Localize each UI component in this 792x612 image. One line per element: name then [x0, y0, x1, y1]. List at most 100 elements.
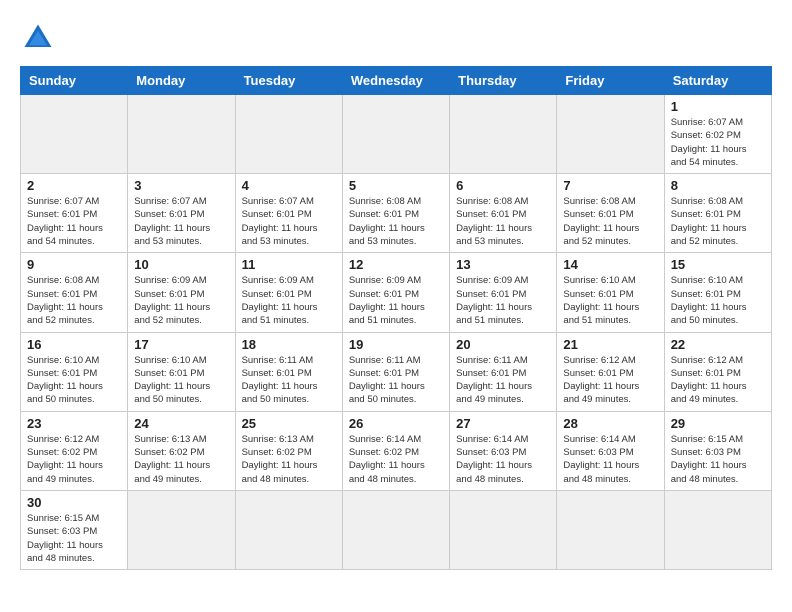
day-info: Sunrise: 6:10 AM Sunset: 6:01 PM Dayligh…	[671, 274, 765, 327]
day-of-week-thursday: Thursday	[450, 67, 557, 95]
calendar-cell: 3 Sunrise: 6:07 AM Sunset: 6:01 PM Daylig…	[128, 174, 235, 253]
calendar-cell	[557, 95, 664, 174]
day-number: 12	[349, 257, 443, 272]
calendar-cell	[557, 490, 664, 569]
calendar-cell: 13 Sunrise: 6:09 AM Sunset: 6:01 PM Dayli…	[450, 253, 557, 332]
calendar-body: 1 Sunrise: 6:07 AM Sunset: 6:02 PM Daylig…	[21, 95, 772, 570]
calendar-cell: 25 Sunrise: 6:13 AM Sunset: 6:02 PM Dayli…	[235, 411, 342, 490]
day-info: Sunrise: 6:08 AM Sunset: 6:01 PM Dayligh…	[27, 274, 121, 327]
calendar-cell: 10 Sunrise: 6:09 AM Sunset: 6:01 PM Dayli…	[128, 253, 235, 332]
calendar-cell: 30 Sunrise: 6:15 AM Sunset: 6:03 PM Dayli…	[21, 490, 128, 569]
day-of-week-sunday: Sunday	[21, 67, 128, 95]
day-info: Sunrise: 6:07 AM Sunset: 6:01 PM Dayligh…	[27, 195, 121, 248]
calendar-cell	[342, 95, 449, 174]
day-number: 21	[563, 337, 657, 352]
day-number: 10	[134, 257, 228, 272]
day-info: Sunrise: 6:10 AM Sunset: 6:01 PM Dayligh…	[134, 354, 228, 407]
day-number: 1	[671, 99, 765, 114]
logo	[20, 20, 62, 56]
calendar-cell	[235, 95, 342, 174]
calendar-week-3: 9Sunrise: 6:08 AM Sunset: 6:01 PM Daylig…	[21, 253, 772, 332]
day-number: 5	[349, 178, 443, 193]
day-number: 23	[27, 416, 121, 431]
calendar-cell	[664, 490, 771, 569]
day-info: Sunrise: 6:08 AM Sunset: 6:01 PM Dayligh…	[349, 195, 443, 248]
calendar-cell	[21, 95, 128, 174]
day-number: 4	[242, 178, 336, 193]
day-info: Sunrise: 6:09 AM Sunset: 6:01 PM Dayligh…	[456, 274, 550, 327]
page-header	[20, 20, 772, 56]
calendar-cell: 17Sunrise: 6:10 AM Sunset: 6:01 PM Dayli…	[128, 332, 235, 411]
day-number: 30	[27, 495, 121, 510]
day-info: Sunrise: 6:07 AM Sunset: 6:01 PM Dayligh…	[134, 195, 228, 248]
calendar-cell: 8Sunrise: 6:08 AM Sunset: 6:01 PM Daylig…	[664, 174, 771, 253]
calendar-cell: 23 Sunrise: 6:12 AM Sunset: 6:02 PM Dayli…	[21, 411, 128, 490]
day-info: Sunrise: 6:07 AM Sunset: 6:02 PM Dayligh…	[671, 116, 765, 169]
day-info: Sunrise: 6:08 AM Sunset: 6:01 PM Dayligh…	[456, 195, 550, 248]
day-info: Sunrise: 6:12 AM Sunset: 6:01 PM Dayligh…	[563, 354, 657, 407]
calendar-cell: 22Sunrise: 6:12 AM Sunset: 6:01 PM Dayli…	[664, 332, 771, 411]
day-info: Sunrise: 6:09 AM Sunset: 6:01 PM Dayligh…	[349, 274, 443, 327]
day-number: 20	[456, 337, 550, 352]
day-info: Sunrise: 6:15 AM Sunset: 6:03 PM Dayligh…	[27, 512, 121, 565]
day-of-week-saturday: Saturday	[664, 67, 771, 95]
calendar-cell: 6 Sunrise: 6:08 AM Sunset: 6:01 PM Daylig…	[450, 174, 557, 253]
day-info: Sunrise: 6:11 AM Sunset: 6:01 PM Dayligh…	[242, 354, 336, 407]
calendar-week-6: 30 Sunrise: 6:15 AM Sunset: 6:03 PM Dayli…	[21, 490, 772, 569]
day-number: 7	[563, 178, 657, 193]
calendar-cell: 16 Sunrise: 6:10 AM Sunset: 6:01 PM Dayli…	[21, 332, 128, 411]
calendar-cell: 5 Sunrise: 6:08 AM Sunset: 6:01 PM Daylig…	[342, 174, 449, 253]
calendar-cell: 7 Sunrise: 6:08 AM Sunset: 6:01 PM Daylig…	[557, 174, 664, 253]
day-info: Sunrise: 6:14 AM Sunset: 6:02 PM Dayligh…	[349, 433, 443, 486]
day-info: Sunrise: 6:14 AM Sunset: 6:03 PM Dayligh…	[563, 433, 657, 486]
day-number: 29	[671, 416, 765, 431]
day-info: Sunrise: 6:10 AM Sunset: 6:01 PM Dayligh…	[27, 354, 121, 407]
calendar-week-2: 2 Sunrise: 6:07 AM Sunset: 6:01 PM Daylig…	[21, 174, 772, 253]
calendar: SundayMondayTuesdayWednesdayThursdayFrid…	[20, 66, 772, 570]
day-number: 14	[563, 257, 657, 272]
calendar-cell: 28Sunrise: 6:14 AM Sunset: 6:03 PM Dayli…	[557, 411, 664, 490]
day-number: 3	[134, 178, 228, 193]
day-info: Sunrise: 6:15 AM Sunset: 6:03 PM Dayligh…	[671, 433, 765, 486]
calendar-cell: 1 Sunrise: 6:07 AM Sunset: 6:02 PM Daylig…	[664, 95, 771, 174]
day-info: Sunrise: 6:09 AM Sunset: 6:01 PM Dayligh…	[134, 274, 228, 327]
day-number: 25	[242, 416, 336, 431]
calendar-cell: 14Sunrise: 6:10 AM Sunset: 6:01 PM Dayli…	[557, 253, 664, 332]
day-number: 15	[671, 257, 765, 272]
calendar-cell	[450, 490, 557, 569]
calendar-cell: 21 Sunrise: 6:12 AM Sunset: 6:01 PM Dayli…	[557, 332, 664, 411]
calendar-cell: 12 Sunrise: 6:09 AM Sunset: 6:01 PM Dayli…	[342, 253, 449, 332]
calendar-cell: 15 Sunrise: 6:10 AM Sunset: 6:01 PM Dayli…	[664, 253, 771, 332]
days-of-week-row: SundayMondayTuesdayWednesdayThursdayFrid…	[21, 67, 772, 95]
day-number: 13	[456, 257, 550, 272]
day-info: Sunrise: 6:07 AM Sunset: 6:01 PM Dayligh…	[242, 195, 336, 248]
calendar-cell: 24 Sunrise: 6:13 AM Sunset: 6:02 PM Dayli…	[128, 411, 235, 490]
calendar-week-4: 16 Sunrise: 6:10 AM Sunset: 6:01 PM Dayli…	[21, 332, 772, 411]
calendar-cell: 2 Sunrise: 6:07 AM Sunset: 6:01 PM Daylig…	[21, 174, 128, 253]
day-info: Sunrise: 6:14 AM Sunset: 6:03 PM Dayligh…	[456, 433, 550, 486]
day-info: Sunrise: 6:12 AM Sunset: 6:02 PM Dayligh…	[27, 433, 121, 486]
day-info: Sunrise: 6:08 AM Sunset: 6:01 PM Dayligh…	[671, 195, 765, 248]
day-info: Sunrise: 6:13 AM Sunset: 6:02 PM Dayligh…	[134, 433, 228, 486]
day-number: 27	[456, 416, 550, 431]
calendar-cell	[128, 490, 235, 569]
day-number: 19	[349, 337, 443, 352]
calendar-cell: 27 Sunrise: 6:14 AM Sunset: 6:03 PM Dayli…	[450, 411, 557, 490]
calendar-cell: 26Sunrise: 6:14 AM Sunset: 6:02 PM Dayli…	[342, 411, 449, 490]
calendar-cell: 20Sunrise: 6:11 AM Sunset: 6:01 PM Dayli…	[450, 332, 557, 411]
day-number: 11	[242, 257, 336, 272]
calendar-cell	[450, 95, 557, 174]
day-number: 6	[456, 178, 550, 193]
day-info: Sunrise: 6:08 AM Sunset: 6:01 PM Dayligh…	[563, 195, 657, 248]
calendar-cell: 29 Sunrise: 6:15 AM Sunset: 6:03 PM Dayli…	[664, 411, 771, 490]
calendar-cell: 11Sunrise: 6:09 AM Sunset: 6:01 PM Dayli…	[235, 253, 342, 332]
calendar-cell	[235, 490, 342, 569]
day-number: 18	[242, 337, 336, 352]
day-number: 24	[134, 416, 228, 431]
day-info: Sunrise: 6:13 AM Sunset: 6:02 PM Dayligh…	[242, 433, 336, 486]
day-number: 16	[27, 337, 121, 352]
calendar-cell	[128, 95, 235, 174]
day-of-week-friday: Friday	[557, 67, 664, 95]
day-number: 2	[27, 178, 121, 193]
day-info: Sunrise: 6:11 AM Sunset: 6:01 PM Dayligh…	[349, 354, 443, 407]
